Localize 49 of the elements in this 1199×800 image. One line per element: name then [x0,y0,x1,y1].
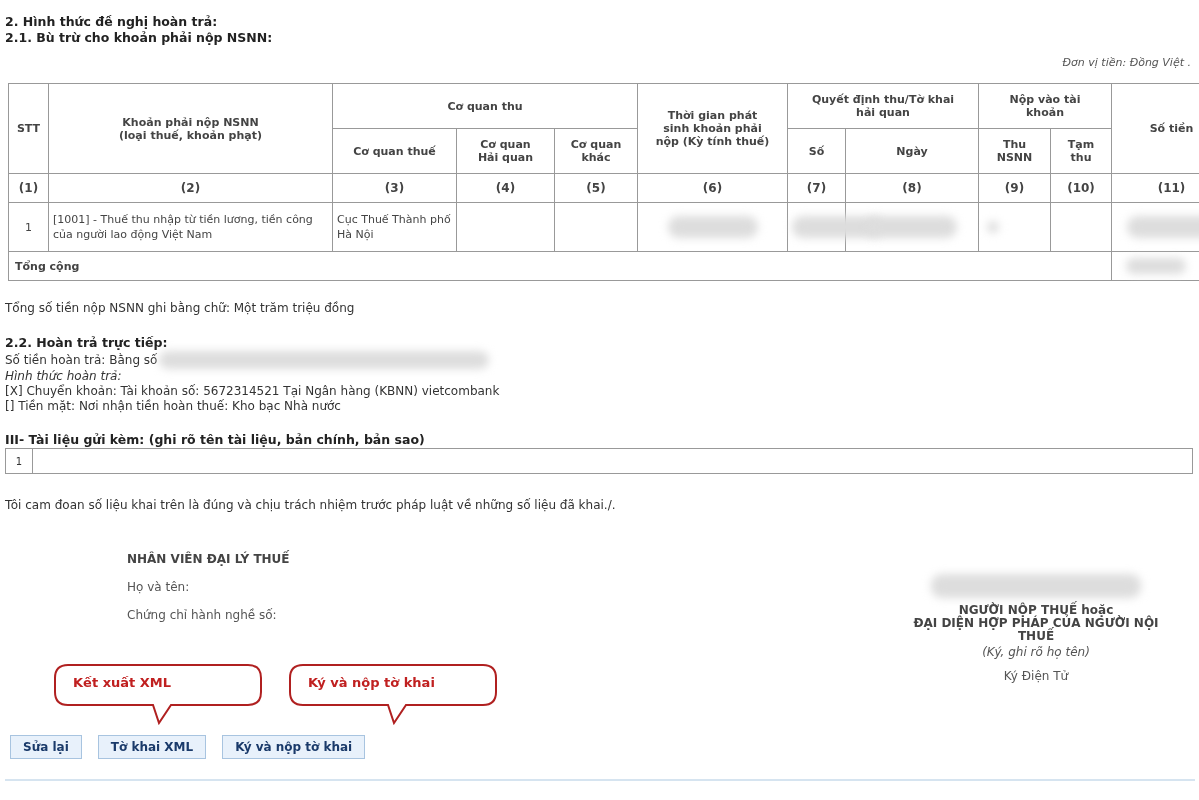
refund-method-label: Hình thức hoàn trả: [5,369,123,384]
column-header: Ngày [845,128,979,174]
column-header: Nộp vào tài khoản [978,83,1112,129]
column-number: (5) [554,173,638,203]
unit-note: Đơn vị tiền: Đồng Việt . [1062,56,1191,69]
callout-bubble: Ký và nộp tờ khai [288,663,498,725]
section-heading: 2.1. Bù trừ cho khoản phải nộp NSNN: [5,30,274,46]
declaration-text: Tôi cam đoan số liệu khai trên là đúng và chịu trách nhiệm trước pháp luật về những số liệu đã khai./. [5,498,617,512]
callout-bubble: Kết xuất XML [53,663,263,725]
column-number: (1) [8,173,49,203]
attachment-field[interactable] [32,448,1193,474]
column-header: STT [8,83,49,174]
row-number: 1 [5,448,33,474]
column-header: Quyết định thu/Tờ khai hải quan [787,83,979,129]
action-button[interactable]: Ký và nộp tờ khai [222,735,366,759]
refund-option: [] Tiền mặt: Nơi nhận tiền hoàn thuế: Kho bạc Nhà nước [5,399,1199,414]
column-header: Cơ quan thu [332,83,638,129]
column-header: Số [787,128,846,174]
column-number: (4) [456,173,555,203]
column-number: (3) [332,173,457,203]
column-number: (10) [1050,173,1112,203]
field-label: Chứng chỉ hành nghề số: [127,608,278,622]
column-number: (6) [637,173,788,203]
column-number: (2) [48,173,333,203]
column-number: (7) [787,173,846,203]
refund-option: [X] Chuyển khoản: Tài khoản số: 5672314521 Tại Ngân hàng (KBNN) vietcombank [5,384,1199,399]
amount-label: Số tiền hoàn trả: Bằng số [5,352,158,368]
total-in-words: Tổng số tiền nộp NSNN ghi bằng chữ: Một trăm triệu đồng [5,301,356,315]
section-heading: III- Tài liệu gửi kèm: (ghi rõ tên tài liệu, bản chính, bản sao) [5,432,426,448]
table-cell: [1001] - Thuế thu nhập từ tiền lương, tiền công của người lao động Việt Nam [48,202,333,252]
table-cell: 1 [8,202,49,252]
action-button[interactable]: Sửa lại [10,735,82,759]
section-heading: 2.2. Hoàn trả trực tiếp: [5,335,169,351]
column-header: Cơ quan thuế [332,128,457,174]
column-header: Thời gian phát sinh khoản phải nộp (Kỳ tính thuế) [637,83,788,174]
table-cell: Cục Thuế Thành phố Hà Nội [332,202,457,252]
section-heading: 2. Hình thức đề nghị hoàn trả: [5,14,219,30]
agent-title: NHÂN VIÊN ĐẠI LÝ THUẾ [127,552,290,566]
total-label: Tổng cộng [8,251,1112,281]
column-number: (9) [978,173,1051,203]
signature-text: Ký Điện Tử [1002,669,1070,683]
action-button[interactable]: Tờ khai XML [97,735,207,759]
column-header: Thu NSNN [978,128,1051,174]
field-label: Họ và tên: [127,580,191,594]
signature-note: (Ký, ghi rõ họ tên) [981,645,1091,659]
column-number: (8) [845,173,979,203]
column-header: Khoản phải nộp NSNN (loại thuế, khoản phạt) [48,83,333,174]
column-header: Số tiền [1111,83,1199,174]
column-header: Cơ quan Hải quan [456,128,555,174]
